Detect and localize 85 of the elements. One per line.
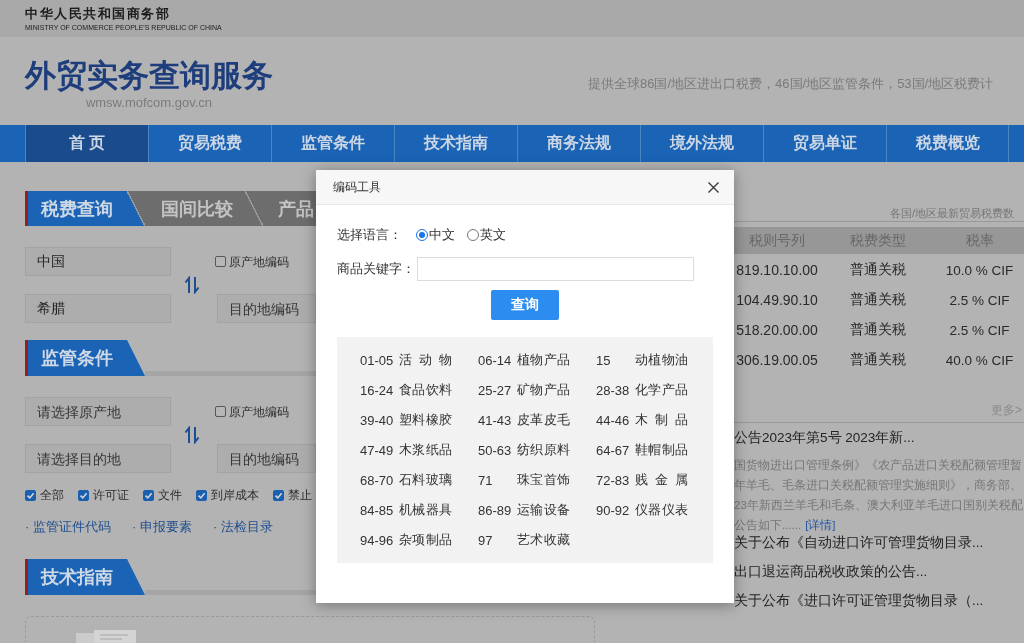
checkbox-label[interactable]: 禁止 — [288, 488, 312, 502]
details-link[interactable]: [详情] — [805, 519, 836, 531]
chapter-link[interactable]: 15 动植物油 — [596, 345, 688, 375]
table-cell-text: 819.10.10.00 — [735, 262, 819, 278]
checkbox[interactable] — [273, 489, 284, 501]
keyword-field[interactable] — [417, 257, 694, 281]
nav-item[interactable]: 监管条件 — [271, 125, 394, 162]
nav-item[interactable]: 首 页 — [25, 125, 148, 162]
link[interactable]: · 监管证件代码 — [25, 519, 111, 535]
field-label: 商品关键字： — [337, 260, 416, 278]
destination-field[interactable]: 请选择目的地 — [25, 444, 171, 473]
site-url: wmsw.mofcom.gov.cn — [85, 95, 213, 110]
checkbox-label[interactable]: 原产地编码 — [229, 254, 289, 269]
swap-icon[interactable] — [184, 426, 200, 444]
nav-item[interactable]: 境外法规 — [640, 125, 763, 162]
nav-item[interactable]: 税费概览 — [886, 125, 1009, 162]
table-cell-text: 10.0 % CIF — [944, 262, 1015, 278]
table-cell-text: 2.5 % CIF — [948, 292, 1011, 308]
table-cell-text: 普通关税 — [848, 351, 907, 369]
ministry-name: 中华人民共和国商务部 — [25, 6, 170, 21]
radio-label[interactable]: 英文 — [480, 226, 506, 244]
nav-item[interactable]: 技术指南 — [394, 125, 517, 162]
chapter-link[interactable]: 25-27 矿物产品 — [478, 375, 570, 405]
nav-item[interactable]: 贸易单证 — [763, 125, 886, 162]
chapter-link[interactable]: 44-46 木 制 品 — [596, 405, 688, 435]
tab[interactable]: 税费查询 — [28, 191, 136, 226]
link[interactable]: · 法检目录 — [212, 519, 273, 535]
table-cell-text: 518.20.00.00 — [735, 322, 819, 338]
checkbox-label[interactable]: 全部 — [40, 488, 64, 502]
nav-item[interactable]: 贸易税费 — [148, 125, 271, 162]
origin-field[interactable]: 中国 — [25, 247, 171, 276]
chapter-link[interactable]: 68-70 石料玻璃 — [360, 465, 452, 495]
checkbox[interactable] — [196, 489, 207, 501]
close-icon[interactable] — [708, 181, 719, 193]
table-cell-text: 104.49.90.10 — [735, 292, 819, 308]
news-link[interactable]: 出口退运商品税收政策的公告... — [734, 561, 928, 583]
checkbox-label[interactable]: 到岸成本 — [211, 488, 259, 502]
checkbox-label[interactable]: 文件 — [158, 488, 182, 502]
checkbox-label[interactable]: 原产地编码 — [229, 404, 289, 419]
origin-field[interactable]: 请选择原产地 — [25, 397, 171, 426]
chapter-link[interactable]: 16-24 食品饮料 — [360, 375, 452, 405]
table-cell-text: 40.0 % CIF — [944, 352, 1015, 368]
link[interactable]: · 申报要素 — [131, 519, 192, 535]
chapter-link[interactable]: 64-67 鞋帽制品 — [596, 435, 688, 465]
checkbox[interactable] — [215, 256, 226, 267]
checkbox[interactable] — [78, 489, 89, 501]
news-title[interactable]: 公告2023年第5号 2023年新... — [734, 429, 915, 447]
section-title: 监管条件 — [25, 340, 145, 376]
news-link[interactable]: 关于公布《自动进口许可管理货物目录... — [734, 532, 984, 554]
chapter-link[interactable]: 94-96 杂项制品 — [360, 525, 452, 555]
table-cell-text: 306.19.00.05 — [735, 352, 819, 368]
site-title: 外贸实务查询服务 — [25, 57, 273, 95]
destination-code-field[interactable]: 目的地编码 — [217, 444, 316, 473]
checkbox-label[interactable]: 许可证 — [93, 488, 129, 502]
chapter-link[interactable]: 90-92 仪器仪表 — [596, 495, 688, 525]
destination-field[interactable]: 希腊 — [25, 294, 171, 323]
destination-code-field[interactable]: 目的地编码 — [217, 294, 316, 323]
chapter-link[interactable]: 86-89 运输设备 — [478, 495, 570, 525]
chapter-link[interactable]: 72-83 贱 金 属 — [596, 465, 688, 495]
radio-button[interactable] — [467, 229, 479, 241]
dialog-title: 编码工具 — [333, 178, 381, 196]
news-link[interactable]: 关于公布《进口许可证管理货物目录（... — [734, 590, 984, 612]
chapter-link[interactable]: 39-40 塑料橡胶 — [360, 405, 452, 435]
checkbox[interactable] — [143, 489, 154, 501]
checkbox[interactable] — [25, 489, 36, 501]
radio-label[interactable]: 中文 — [429, 226, 455, 244]
table-cell-text: 普通关税 — [848, 291, 907, 309]
table-cell-text: 普通关税 — [848, 321, 907, 339]
chapter-link[interactable]: 97 艺术收藏 — [478, 525, 570, 555]
chapter-link[interactable]: 50-63 纺织原料 — [478, 435, 570, 465]
field-label: 选择语言： — [337, 226, 403, 244]
section-title: 技术指南 — [25, 559, 145, 595]
nav-item[interactable]: 商务法规 — [517, 125, 640, 162]
chapter-link[interactable]: 71 珠宝首饰 — [478, 465, 570, 495]
table-cell-text: 普通关税 — [848, 261, 907, 279]
chapter-link[interactable]: 01-05 活 动 物 — [360, 345, 452, 375]
swap-icon[interactable] — [184, 276, 200, 294]
checkbox[interactable] — [215, 406, 226, 417]
chapter-link[interactable]: 41-43 皮革皮毛 — [478, 405, 570, 435]
radio-button[interactable] — [416, 229, 428, 241]
chapter-link[interactable]: 84-85 机械器具 — [360, 495, 452, 525]
chapter-link[interactable]: 06-14 植物产品 — [478, 345, 570, 375]
chapter-link[interactable]: 47-49 木浆纸品 — [360, 435, 452, 465]
chapter-link[interactable]: 28-38 化学产品 — [596, 375, 688, 405]
table-cell-text: 2.5 % CIF — [948, 322, 1011, 338]
